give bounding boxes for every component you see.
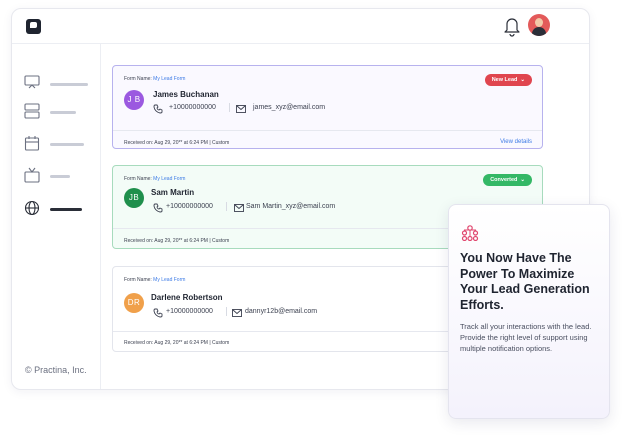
- divider: [229, 103, 230, 112]
- globe-icon: [24, 200, 40, 216]
- received-info: Received on: Aug 29, 20** at 6:24 PM | C…: [124, 238, 230, 244]
- card-footer-divider: [113, 130, 542, 131]
- top-bar: [12, 9, 589, 44]
- lead-email: james_xyz@email.com: [253, 104, 326, 111]
- user-avatar[interactable]: [528, 14, 550, 36]
- mail-icon: [234, 204, 244, 212]
- lead-phone: +10000000000: [166, 203, 213, 210]
- popup-description: Track all your interactions with the lea…: [460, 322, 592, 353]
- sidebar-item-tv[interactable]: [24, 167, 94, 185]
- form-name-link[interactable]: My Lead Form: [153, 176, 185, 182]
- lead-card[interactable]: Form Name: My Lead Form New Lead ⌄ J B Ja…: [112, 65, 543, 149]
- form-name-label: Form Name:: [124, 176, 152, 182]
- divider: [226, 202, 227, 211]
- form-name-line: Form Name: My Lead Form: [124, 176, 185, 182]
- status-label: New Lead: [491, 77, 518, 83]
- divider: [226, 307, 227, 316]
- lead-email: Sam Martin_xyz@email.com: [246, 203, 336, 210]
- popup-title: You Now Have The Power To Maximize Your …: [460, 251, 590, 312]
- tv-icon: [24, 167, 40, 183]
- app-logo-icon[interactable]: [26, 19, 41, 34]
- lead-name: James Buchanan: [153, 90, 219, 99]
- form-name-label: Form Name:: [124, 277, 152, 283]
- form-name-line: Form Name: My Lead Form: [124, 277, 185, 283]
- sidebar-item-globe[interactable]: [24, 200, 94, 218]
- sidebar-item-layers[interactable]: [24, 103, 94, 121]
- received-info: Received on: Aug 29, 20** at 6:24 PM | C…: [124, 340, 230, 346]
- phone-icon: [153, 203, 163, 213]
- feature-popup: You Now Have The Power To Maximize Your …: [448, 204, 610, 419]
- lead-phone: +10000000000: [169, 104, 216, 111]
- phone-icon: [153, 308, 163, 318]
- phone-icon: [153, 104, 163, 114]
- sidebar-item-label-bar: [50, 83, 88, 86]
- mail-icon: [232, 309, 242, 317]
- form-name-link[interactable]: My Lead Form: [153, 76, 185, 82]
- status-label: Converted: [490, 177, 518, 183]
- lead-name: Darlene Robertson: [151, 293, 223, 302]
- network-icon: [461, 225, 479, 241]
- bell-icon[interactable]: [502, 15, 522, 37]
- chevron-down-icon: ⌄: [520, 177, 525, 183]
- status-dropdown[interactable]: New Lead ⌄: [484, 74, 532, 86]
- view-details-link[interactable]: View details: [500, 139, 532, 145]
- mail-icon: [236, 105, 246, 113]
- lead-avatar: DR: [124, 293, 144, 313]
- sidebar-item-label-bar: [50, 175, 70, 178]
- received-info: Received on: Aug 29, 20** at 6:24 PM | C…: [124, 140, 230, 146]
- sidebar-item-calendar[interactable]: [24, 135, 94, 153]
- form-name-label: Form Name:: [124, 76, 152, 82]
- sidebar-item-presentation[interactable]: [24, 75, 94, 93]
- presentation-icon: [24, 75, 40, 89]
- copyright-text: © Practina, Inc.: [25, 365, 87, 375]
- lead-email: dannyr12b@email.com: [245, 308, 318, 315]
- form-name-link[interactable]: My Lead Form: [153, 277, 185, 283]
- sidebar-item-label-bar: [50, 208, 82, 211]
- sidebar-item-label-bar: [50, 143, 84, 146]
- calendar-icon: [24, 136, 40, 151]
- form-name-line: Form Name: My Lead Form: [124, 76, 185, 82]
- sidebar: © Practina, Inc.: [12, 44, 101, 389]
- lead-phone: +10000000000: [166, 308, 213, 315]
- lead-avatar: JB: [124, 188, 144, 208]
- lead-name: Sam Martin: [151, 188, 195, 197]
- layers-icon: [24, 103, 40, 119]
- lead-avatar: J B: [124, 90, 144, 110]
- sidebar-item-label-bar: [50, 111, 76, 114]
- chevron-down-icon: ⌄: [520, 77, 525, 83]
- status-dropdown[interactable]: Converted ⌄: [483, 174, 532, 186]
